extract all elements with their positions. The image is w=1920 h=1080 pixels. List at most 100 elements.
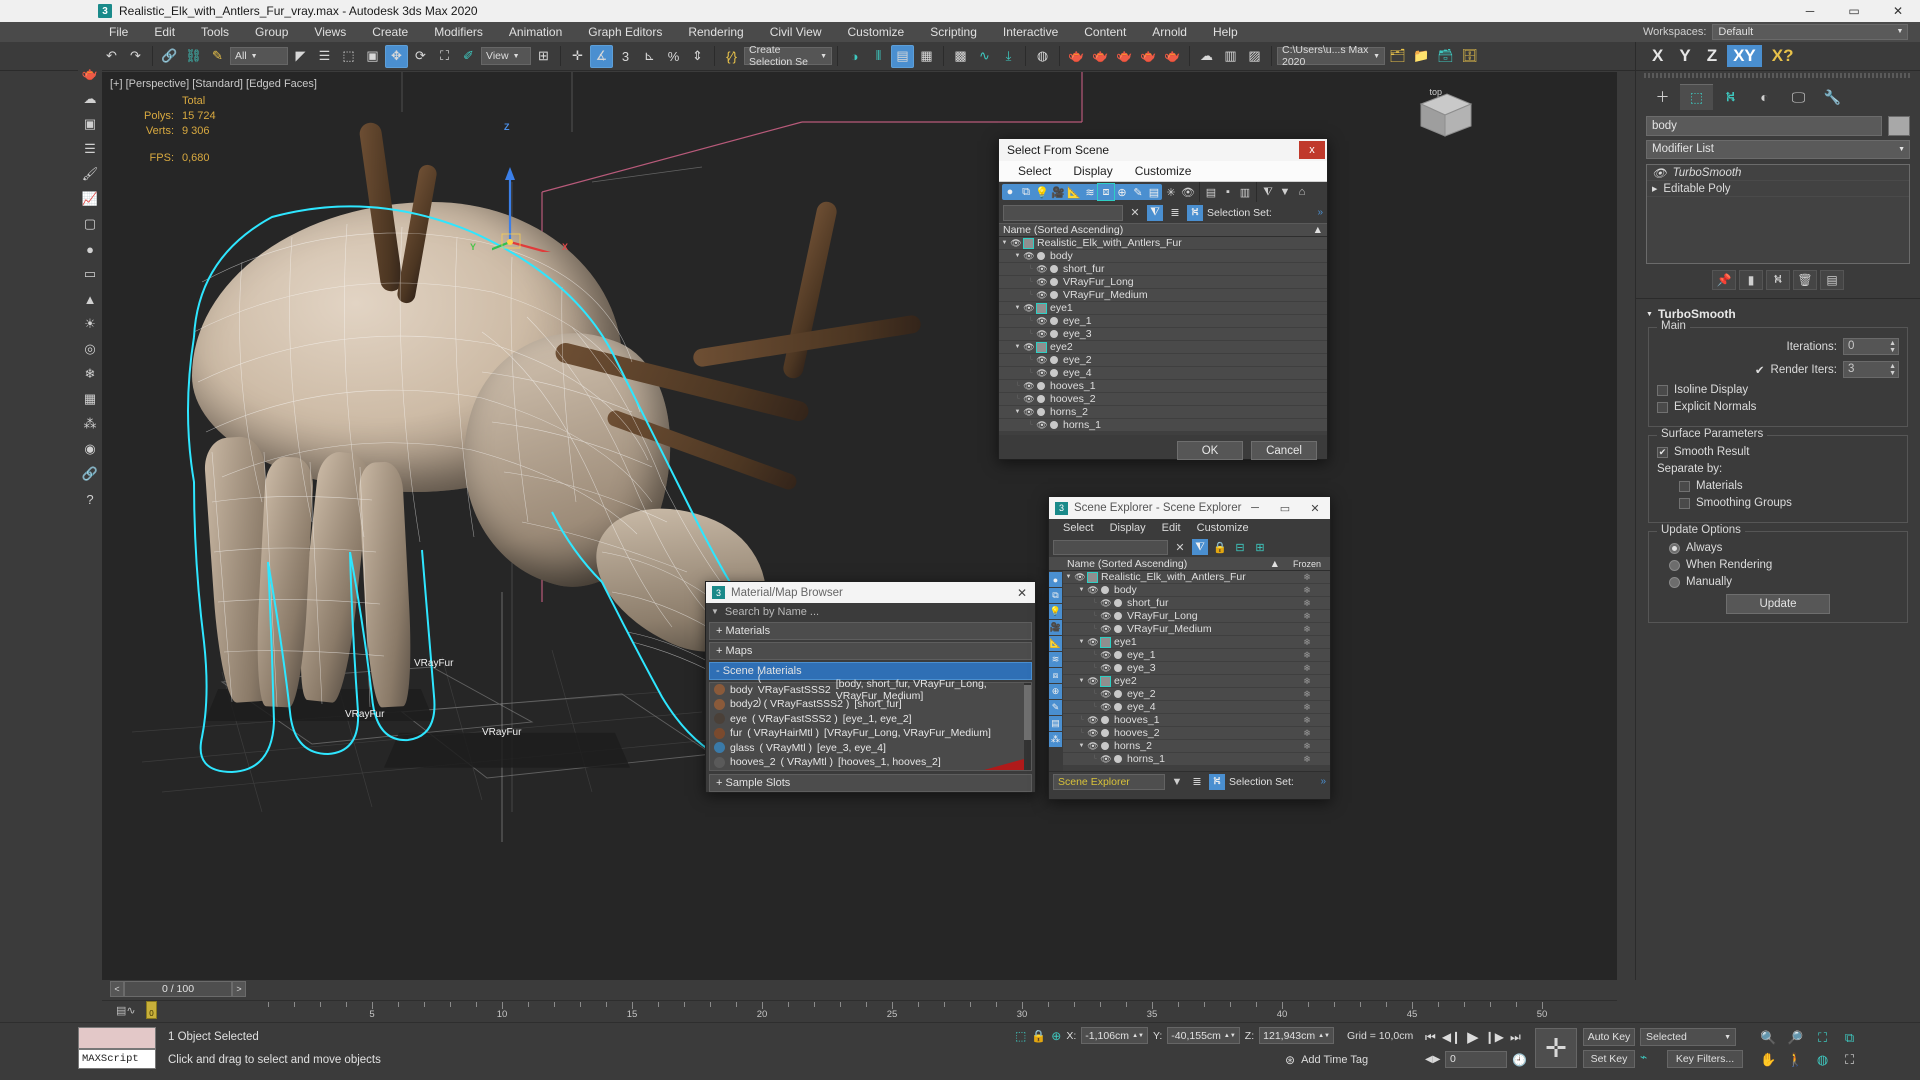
scene-explorer-tree[interactable]: ▼ 👁 Realistic_Elk_with_Antlers_Fur ❄ ▼ 👁 body ❄… [1063, 571, 1330, 771]
geometry-filter-icon[interactable]: ● [1049, 572, 1062, 587]
frozen-toggle-icon[interactable]: ❄ [1284, 572, 1330, 583]
rendered-frame-window-icon[interactable]: 🫖 [1089, 45, 1112, 68]
separate-smoothing-groups-checkbox[interactable] [1679, 497, 1690, 509]
menu-tools[interactable]: Tools [188, 22, 242, 42]
lock-icon[interactable]: 🔒 [1212, 539, 1228, 555]
clear-search-icon[interactable]: ✕ [1172, 539, 1188, 555]
eye-icon[interactable]: 👁 [1087, 585, 1099, 596]
scrollbar-thumb[interactable] [1024, 685, 1031, 740]
set-project-folder-icon[interactable]: 📁 [1410, 45, 1433, 68]
absolute-relative-mode-icon[interactable]: ⊕ [1051, 1029, 1061, 1043]
chevron-down-icon[interactable]: ▼ [1076, 639, 1087, 645]
space-warps-filter-icon[interactable]: ≋ [1049, 652, 1062, 667]
frozen-toggle-icon[interactable]: ❄ [1284, 676, 1330, 687]
render-in-cloud-icon[interactable]: ☁ [1195, 45, 1218, 68]
clear-search-icon[interactable]: ✕ [1127, 205, 1143, 221]
sfs-menu-customize[interactable]: Customize [1124, 164, 1203, 178]
cylinder-icon[interactable]: ▭ [79, 263, 101, 285]
selection-filter-dropdown[interactable]: All ▼ [230, 47, 288, 65]
menu-interactive[interactable]: Interactive [990, 22, 1071, 42]
eye-icon[interactable]: 👁 [1100, 702, 1112, 713]
modifier-list-dropdown[interactable]: Modifier List ▼ [1646, 140, 1910, 159]
curve-editor-icon[interactable]: ▩ [949, 45, 972, 68]
frozen-toggle-icon[interactable]: ❄ [1284, 637, 1330, 648]
expand-all-icon[interactable]: ▤ [1203, 184, 1219, 200]
eye-icon[interactable]: 👁 [1074, 572, 1086, 583]
frozen-toggle-icon[interactable]: ❄ [1284, 663, 1330, 674]
tree-row[interactable]: └ 👁 eye_1 ❄ [1063, 649, 1330, 662]
current-frame-display[interactable]: 0 / 100 [124, 981, 232, 997]
eye-icon[interactable]: 👁 [1036, 290, 1048, 301]
tree-row[interactable]: └ 👁 eye_3 [999, 328, 1327, 341]
maximize-icon[interactable]: ▭ [1832, 0, 1876, 22]
menu-arnold[interactable]: Arnold [1139, 22, 1200, 42]
collapse-children-icon[interactable]: ⊞ [1252, 539, 1268, 555]
hide-icon[interactable]: 👁 [1180, 184, 1196, 200]
particle-icon[interactable]: ⁂ [79, 413, 101, 435]
menu-group[interactable]: Group [242, 22, 301, 42]
menu-help[interactable]: Help [1200, 22, 1251, 42]
update-when-rendering-radio[interactable] [1669, 559, 1680, 571]
coord-y-field[interactable]: -40,155cm ▲▼ [1167, 1027, 1240, 1044]
rectangular-selection-region-icon[interactable]: ⬚ [337, 45, 360, 68]
menu-views[interactable]: Views [301, 22, 359, 42]
tree-row[interactable]: └ 👁 short_fur [999, 263, 1327, 276]
select-from-scene-column-header[interactable]: Name (Sorted Ascending) ▲ [999, 223, 1327, 237]
select-and-link-icon[interactable]: 🔗 [158, 45, 181, 68]
torus-icon[interactable]: ◎ [79, 338, 101, 360]
file-link-manager-icon[interactable]: 🗄 [1458, 45, 1481, 68]
material-list-item[interactable]: glass ( VRayMtl ) [eye_3, eye_4] [710, 741, 1031, 756]
chevron-down-icon[interactable]: ▼ [1012, 409, 1023, 415]
eye-icon[interactable]: 👁 [1023, 407, 1035, 418]
create-tab[interactable]: ＋ [1646, 84, 1679, 110]
eye-icon[interactable]: 👁 [1652, 166, 1667, 180]
chevron-down-icon[interactable]: ▼ [1012, 344, 1023, 350]
scene-explorer-window[interactable]: 3 Scene Explorer - Scene Explorer ─ ▭ ✕ … [1048, 496, 1331, 800]
select-from-scene-dialog[interactable]: Select From Scene x Select Display Custo… [998, 138, 1328, 460]
render-iters-check[interactable]: ✔ [1755, 363, 1765, 377]
select-and-place-icon[interactable]: ✐ [457, 45, 480, 68]
layer-explorer-icon[interactable]: ▤ [891, 44, 914, 68]
maps-section-header[interactable]: + Maps [709, 642, 1032, 660]
maxscript-input-pane[interactable]: MAXScript Mi [78, 1049, 156, 1069]
bones-filter-icon[interactable]: ✎ [1049, 700, 1062, 715]
reference-coordinate-dropdown[interactable]: View ▼ [481, 47, 531, 65]
tree-row[interactable]: ▼ 👁 eye2 ❄ [1063, 675, 1330, 688]
track-view-icon[interactable]: ▤∿ [116, 1004, 136, 1017]
light-icon[interactable]: ☀ [79, 313, 101, 335]
material-search-input[interactable]: Search by Name ... [725, 606, 819, 618]
undo-icon[interactable]: ↶ [100, 45, 123, 68]
scene-explorer-icon[interactable]: ▦ [915, 45, 938, 68]
tree-row[interactable]: └ 👁 eye_4 ❄ [1063, 701, 1330, 714]
schematic-view-icon[interactable]: ∿ [973, 45, 996, 68]
maximize-viewport-toggle-icon[interactable]: ⛶ [1836, 1049, 1863, 1071]
box-icon[interactable]: ▢ [79, 213, 101, 235]
tree-row[interactable]: ▼ 👁 horns_2 [999, 406, 1327, 419]
current-frame-field[interactable]: 0 [1445, 1051, 1507, 1068]
tree-row[interactable]: └ 👁 eye_4 [999, 367, 1327, 380]
scene-explorer-titlebar[interactable]: 3 Scene Explorer - Scene Explorer ─ ▭ ✕ [1049, 497, 1330, 519]
containers-filter-icon[interactable]: ▤ [1146, 184, 1162, 200]
align-icon[interactable]: ⫴ [867, 45, 890, 68]
sort-arrow-icon[interactable]: ▲ [1313, 224, 1323, 236]
tree-row[interactable]: └ 👁 VRayFur_Medium [999, 289, 1327, 302]
elk-antler-right-mesh[interactable] [781, 199, 839, 381]
layers-icon[interactable]: ≣ [1189, 774, 1205, 790]
add-time-tag-row[interactable]: ⊛ Add Time Tag [1285, 1053, 1368, 1067]
teapot-icon[interactable]: 🫖 [79, 63, 101, 85]
bind-to-space-warp-icon[interactable]: ✎ [206, 45, 229, 68]
key-mode-toggle-icon[interactable]: ◀▶ [1425, 1054, 1440, 1065]
modifier-stack-item-turbosmooth[interactable]: 👁 TurboSmooth [1647, 165, 1909, 181]
scene-converter-icon[interactable]: ▨ [1243, 45, 1266, 68]
tree-row[interactable]: ▼ 👁 Realistic_Elk_with_Antlers_Fur ❄ [1063, 571, 1330, 584]
collapse-all-icon[interactable]: ▪ [1220, 184, 1236, 200]
menu-edit[interactable]: Edit [141, 22, 188, 42]
tree-row[interactable]: └ 👁 hooves_1 [999, 380, 1327, 393]
chevron-down-icon[interactable]: ▼ [1063, 574, 1074, 580]
cloud-icon[interactable]: ☁ [79, 88, 101, 110]
show-end-result-icon[interactable]: ▮ [1739, 270, 1763, 290]
zoom-extents-icon[interactable]: ⛶ [1809, 1027, 1836, 1049]
minimize-icon[interactable]: ─ [1240, 497, 1270, 519]
select-by-name-icon[interactable]: ☰ [313, 45, 336, 68]
spinner-arrows-icon[interactable]: ▲▼ [1224, 1033, 1236, 1039]
